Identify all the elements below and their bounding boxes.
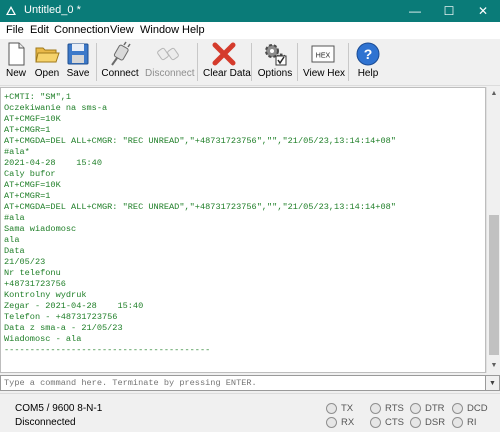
new-button[interactable]: New xyxy=(4,39,28,85)
open-label: Open xyxy=(34,68,60,79)
terminal-line: Sama wiadomosc xyxy=(4,224,77,234)
disconnect-button[interactable]: Disconnect xyxy=(145,39,195,85)
toolbar-separator xyxy=(251,43,252,81)
clear-data-label: Clear Data xyxy=(203,68,251,79)
terminal-line: +48731723756 xyxy=(4,279,66,289)
app-icon xyxy=(6,6,16,15)
options-label: Options xyxy=(257,68,293,79)
dcd-indicator-icon xyxy=(452,403,463,414)
close-button[interactable]: ✕ xyxy=(466,0,500,22)
menu-edit[interactable]: Edit xyxy=(30,24,49,36)
scrollbar-thumb[interactable] xyxy=(489,215,499,355)
terminal-line: Nr telefonu xyxy=(4,268,61,278)
scroll-down-arrow-icon[interactable]: ▼ xyxy=(487,359,500,373)
terminal-line: Telefon - +48731723756 xyxy=(4,312,118,322)
maximize-button[interactable]: ☐ xyxy=(432,0,466,22)
clear-data-button[interactable]: Clear Data xyxy=(203,39,251,85)
help-label: Help xyxy=(357,68,379,79)
window-title: Untitled_0 * xyxy=(24,4,81,16)
menu-window[interactable]: Window xyxy=(140,24,179,36)
minimize-button[interactable]: — xyxy=(398,0,432,22)
terminal-output[interactable]: +CMTI: "SM",1 Oczekiwanie na sms-a AT+CM… xyxy=(0,87,486,373)
toolbar-separator xyxy=(197,43,198,81)
new-file-icon xyxy=(8,42,25,66)
help-icon-text: ? xyxy=(364,46,373,62)
terminal-line: Oczekiwanie na sms-a xyxy=(4,103,108,113)
terminal-line: Data z sma-a - 21/05/23 xyxy=(4,323,123,333)
terminal-line: 21/05/23 xyxy=(4,257,46,267)
terminal-line: Data xyxy=(4,246,25,256)
menu-connection[interactable]: Connection xyxy=(54,24,110,36)
port-settings: COM5 / 9600 8-N-1 xyxy=(15,403,103,414)
plug-disconnect-icon xyxy=(157,47,179,61)
terminal-line: #ala* xyxy=(4,147,30,157)
dtr-indicator-icon xyxy=(410,403,421,414)
hex-icon: HEX xyxy=(311,45,335,63)
options-button[interactable]: Options xyxy=(257,39,293,85)
terminal-line: AT+CMGF=10K xyxy=(4,114,61,124)
terminal-line: ala xyxy=(4,235,20,245)
help-button[interactable]: ? Help xyxy=(353,39,383,85)
rx-label: RX xyxy=(341,417,355,428)
terminal-scrollbar[interactable]: ▲ ▼ xyxy=(486,87,500,373)
tx-indicator-icon xyxy=(326,403,337,414)
gear-icon xyxy=(265,44,287,66)
connect-label: Connect xyxy=(101,68,139,79)
terminal-line: Kontrolny wydruk xyxy=(4,290,87,300)
cts-label: CTS xyxy=(385,417,404,428)
save-disk-icon xyxy=(67,43,89,65)
dsr-label: DSR xyxy=(425,417,446,428)
menu-help[interactable]: Help xyxy=(182,24,205,36)
command-history-dropdown-icon[interactable]: ▼ xyxy=(486,375,500,391)
terminal-line: 2021-04-28 15:40 xyxy=(4,158,102,168)
toolbar: New Open Save Connect Disconnect Clear D… xyxy=(0,39,500,86)
terminal-line: AT+CMGF=10K xyxy=(4,180,61,190)
terminal-line: AT+CMGR=1 xyxy=(4,125,51,135)
rx-indicator-icon xyxy=(326,417,337,428)
open-folder-icon xyxy=(35,47,60,63)
open-button[interactable]: Open xyxy=(34,39,60,85)
terminal-line: +CMTI: "SM",1 xyxy=(4,92,72,102)
toolbar-separator xyxy=(96,43,97,81)
terminal-line: AT+CMGDA=DEL ALL+CMGR: "REC UNREAD","+48… xyxy=(4,136,396,146)
terminal-line: Wiadomosc - ala xyxy=(4,334,82,344)
menu-file[interactable]: File xyxy=(6,24,24,36)
dsr-indicator-icon xyxy=(410,417,421,428)
new-label: New xyxy=(5,68,26,79)
rts-indicator-icon xyxy=(370,403,381,414)
dcd-label: DCD xyxy=(467,403,488,414)
title-bar: Untitled_0 * — ☐ ✕ xyxy=(0,0,500,22)
connect-button[interactable]: Connect xyxy=(101,39,139,85)
command-input[interactable] xyxy=(0,375,486,391)
view-hex-label: View Hex xyxy=(303,68,346,79)
hex-icon-text: HEX xyxy=(316,53,331,60)
toolbar-separator xyxy=(297,43,298,81)
view-hex-button[interactable]: HEX View Hex xyxy=(303,39,346,85)
status-bar: COM5 / 9600 8-N-1 Disconnected TX RX RTS… xyxy=(0,393,500,432)
scroll-up-arrow-icon[interactable]: ▲ xyxy=(487,87,500,101)
menu-bar: File Edit Connection View Window Help xyxy=(0,22,500,39)
plug-connect-icon xyxy=(111,41,131,66)
dtr-label: DTR xyxy=(425,403,445,414)
rts-label: RTS xyxy=(385,403,404,414)
menu-view[interactable]: View xyxy=(110,24,134,36)
terminal-line: AT+CMGDA=DEL ALL+CMGR: "REC UNREAD","+48… xyxy=(4,202,396,212)
tx-label: TX xyxy=(341,403,354,414)
terminal-line: ---------------------------------------- xyxy=(4,345,211,355)
terminal-line: Caly bufor xyxy=(4,169,56,179)
cts-indicator-icon xyxy=(370,417,381,428)
terminal-line: Zegar - 2021-04-28 15:40 xyxy=(4,301,144,311)
ri-label: RI xyxy=(467,417,477,428)
disconnect-label: Disconnect xyxy=(145,68,195,79)
help-question-icon: ? xyxy=(356,42,380,66)
save-button[interactable]: Save xyxy=(65,39,91,85)
terminal-line: #ala xyxy=(4,213,25,223)
clear-x-icon xyxy=(212,42,236,66)
ri-indicator-icon xyxy=(452,417,463,428)
save-label: Save xyxy=(66,68,90,79)
connection-state: Disconnected xyxy=(15,417,76,428)
terminal-line: AT+CMGR=1 xyxy=(4,191,51,201)
toolbar-separator xyxy=(348,43,349,81)
